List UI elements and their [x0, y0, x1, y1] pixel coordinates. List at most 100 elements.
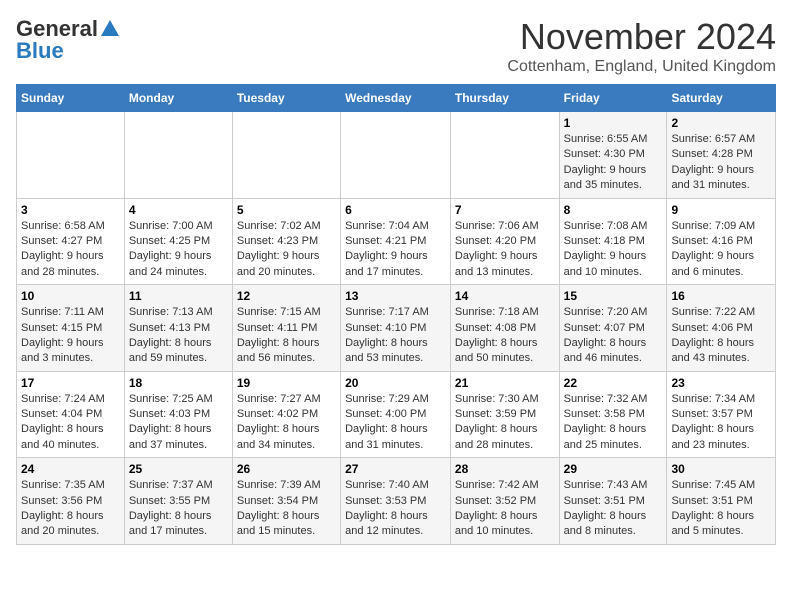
day-info: Sunrise: 7:27 AMSunset: 4:02 PMDaylight:… [237, 392, 336, 454]
calendar-cell: 15 Sunrise: 7:20 AMSunset: 4:07 PMDayligh… [559, 285, 667, 372]
calendar-cell [124, 112, 232, 199]
day-info: Sunrise: 7:08 AMSunset: 4:18 PMDaylight:… [564, 219, 663, 281]
day-number: 18 [129, 376, 228, 390]
day-info: Sunrise: 7:42 AMSunset: 3:52 PMDaylight:… [455, 478, 555, 540]
calendar-cell: 14 Sunrise: 7:18 AMSunset: 4:08 PMDayligh… [450, 285, 559, 372]
day-number: 28 [455, 462, 555, 476]
calendar-cell: 12 Sunrise: 7:15 AMSunset: 4:11 PMDayligh… [232, 285, 340, 372]
day-number: 22 [564, 376, 663, 390]
day-info: Sunrise: 7:35 AMSunset: 3:56 PMDaylight:… [21, 478, 120, 540]
calendar-cell: 18 Sunrise: 7:25 AMSunset: 4:03 PMDayligh… [124, 371, 232, 458]
day-info: Sunrise: 7:45 AMSunset: 3:51 PMDaylight:… [671, 478, 771, 540]
day-number: 9 [671, 203, 771, 217]
day-number: 17 [21, 376, 120, 390]
day-info: Sunrise: 7:30 AMSunset: 3:59 PMDaylight:… [455, 392, 555, 454]
calendar-cell: 26 Sunrise: 7:39 AMSunset: 3:54 PMDayligh… [232, 458, 340, 545]
day-number: 21 [455, 376, 555, 390]
header-thursday: Thursday [450, 85, 559, 112]
day-info: Sunrise: 7:13 AMSunset: 4:13 PMDaylight:… [129, 305, 228, 367]
calendar-cell: 11Sunrise: 7:13 AMSunset: 4:13 PMDayligh… [124, 285, 232, 372]
calendar-cell: 28 Sunrise: 7:42 AMSunset: 3:52 PMDayligh… [450, 458, 559, 545]
day-info: Sunrise: 7:17 AMSunset: 4:10 PMDaylight:… [345, 305, 446, 367]
day-number: 15 [564, 289, 663, 303]
day-info: Sunrise: 7:06 AMSunset: 4:20 PMDaylight:… [455, 219, 555, 281]
day-info: Sunrise: 7:24 AMSunset: 4:04 PMDaylight:… [21, 392, 120, 454]
calendar-week-2: 3 Sunrise: 6:58 AMSunset: 4:27 PMDaylight… [17, 198, 776, 285]
calendar-week-1: 1Sunrise: 6:55 AMSunset: 4:30 PMDaylight… [17, 112, 776, 199]
day-info: Sunrise: 7:37 AMSunset: 3:55 PMDaylight:… [129, 478, 228, 540]
day-number: 4 [129, 203, 228, 217]
day-info: Sunrise: 7:40 AMSunset: 3:53 PMDaylight:… [345, 478, 446, 540]
calendar-cell [450, 112, 559, 199]
calendar-cell: 9Sunrise: 7:09 AMSunset: 4:16 PMDaylight… [667, 198, 776, 285]
day-info: Sunrise: 7:18 AMSunset: 4:08 PMDaylight:… [455, 305, 555, 367]
calendar-cell: 7 Sunrise: 7:06 AMSunset: 4:20 PMDaylight… [450, 198, 559, 285]
day-number: 24 [21, 462, 120, 476]
day-number: 1 [564, 116, 663, 130]
header-saturday: Saturday [667, 85, 776, 112]
calendar-cell: 4 Sunrise: 7:00 AMSunset: 4:25 PMDaylight… [124, 198, 232, 285]
calendar-cell: 16 Sunrise: 7:22 AMSunset: 4:06 PMDayligh… [667, 285, 776, 372]
day-number: 8 [564, 203, 663, 217]
header-monday: Monday [124, 85, 232, 112]
day-number: 14 [455, 289, 555, 303]
day-number: 29 [564, 462, 663, 476]
day-number: 26 [237, 462, 336, 476]
calendar-cell: 25 Sunrise: 7:37 AMSunset: 3:55 PMDayligh… [124, 458, 232, 545]
day-info: Sunrise: 7:20 AMSunset: 4:07 PMDaylight:… [564, 305, 663, 367]
day-number: 25 [129, 462, 228, 476]
day-info: Sunrise: 7:25 AMSunset: 4:03 PMDaylight:… [129, 392, 228, 454]
calendar-cell: 8 Sunrise: 7:08 AMSunset: 4:18 PMDaylight… [559, 198, 667, 285]
calendar-cell: 22 Sunrise: 7:32 AMSunset: 3:58 PMDayligh… [559, 371, 667, 458]
day-info: Sunrise: 7:34 AMSunset: 3:57 PMDaylight:… [671, 392, 771, 454]
day-number: 2 [671, 116, 771, 130]
day-number: 3 [21, 203, 120, 217]
day-info: Sunrise: 7:15 AMSunset: 4:11 PMDaylight:… [237, 305, 336, 367]
calendar-cell: 30 Sunrise: 7:45 AMSunset: 3:51 PMDayligh… [667, 458, 776, 545]
day-info: Sunrise: 7:39 AMSunset: 3:54 PMDaylight:… [237, 478, 336, 540]
title-area: November 2024 Cottenham, England, United… [507, 16, 776, 76]
calendar-cell: 3 Sunrise: 6:58 AMSunset: 4:27 PMDaylight… [17, 198, 125, 285]
day-info: Sunrise: 7:04 AMSunset: 4:21 PMDaylight:… [345, 219, 446, 281]
day-number: 16 [671, 289, 771, 303]
calendar-cell: 10Sunrise: 7:11 AMSunset: 4:15 PMDayligh… [17, 285, 125, 372]
calendar-cell: 13 Sunrise: 7:17 AMSunset: 4:10 PMDayligh… [341, 285, 451, 372]
day-number: 13 [345, 289, 446, 303]
calendar-cell [232, 112, 340, 199]
day-info: Sunrise: 7:00 AMSunset: 4:25 PMDaylight:… [129, 219, 228, 281]
calendar-cell: 29 Sunrise: 7:43 AMSunset: 3:51 PMDayligh… [559, 458, 667, 545]
day-info: Sunrise: 7:02 AMSunset: 4:23 PMDaylight:… [237, 219, 336, 281]
calendar-table: SundayMondayTuesdayWednesdayThursdayFrid… [16, 84, 776, 545]
logo: General Blue [16, 16, 121, 64]
day-info: Sunrise: 7:32 AMSunset: 3:58 PMDaylight:… [564, 392, 663, 454]
day-number: 27 [345, 462, 446, 476]
calendar-week-3: 10Sunrise: 7:11 AMSunset: 4:15 PMDayligh… [17, 285, 776, 372]
day-number: 10 [21, 289, 120, 303]
day-number: 7 [455, 203, 555, 217]
calendar-cell: 20 Sunrise: 7:29 AMSunset: 4:00 PMDayligh… [341, 371, 451, 458]
day-number: 12 [237, 289, 336, 303]
location-title: Cottenham, England, United Kingdom [507, 58, 776, 76]
header-sunday: Sunday [17, 85, 125, 112]
month-title: November 2024 [507, 16, 776, 58]
header-wednesday: Wednesday [341, 85, 451, 112]
day-info: Sunrise: 7:43 AMSunset: 3:51 PMDaylight:… [564, 478, 663, 540]
day-number: 6 [345, 203, 446, 217]
day-info: Sunrise: 7:22 AMSunset: 4:06 PMDaylight:… [671, 305, 771, 367]
calendar-cell: 19 Sunrise: 7:27 AMSunset: 4:02 PMDayligh… [232, 371, 340, 458]
day-number: 23 [671, 376, 771, 390]
header-tuesday: Tuesday [232, 85, 340, 112]
calendar-cell: 2 Sunrise: 6:57 AMSunset: 4:28 PMDaylight… [667, 112, 776, 199]
day-number: 5 [237, 203, 336, 217]
day-number: 19 [237, 376, 336, 390]
header: General Blue November 2024 Cottenham, En… [16, 16, 776, 76]
calendar-cell: 17 Sunrise: 7:24 AMSunset: 4:04 PMDayligh… [17, 371, 125, 458]
calendar-cell [341, 112, 451, 199]
day-info: Sunrise: 6:57 AMSunset: 4:28 PMDaylight:… [671, 132, 771, 194]
day-number: 30 [671, 462, 771, 476]
day-info: Sunrise: 6:58 AMSunset: 4:27 PMDaylight:… [21, 219, 120, 281]
day-number: 20 [345, 376, 446, 390]
header-friday: Friday [559, 85, 667, 112]
calendar-cell: 24 Sunrise: 7:35 AMSunset: 3:56 PMDayligh… [17, 458, 125, 545]
day-info: Sunrise: 7:29 AMSunset: 4:00 PMDaylight:… [345, 392, 446, 454]
